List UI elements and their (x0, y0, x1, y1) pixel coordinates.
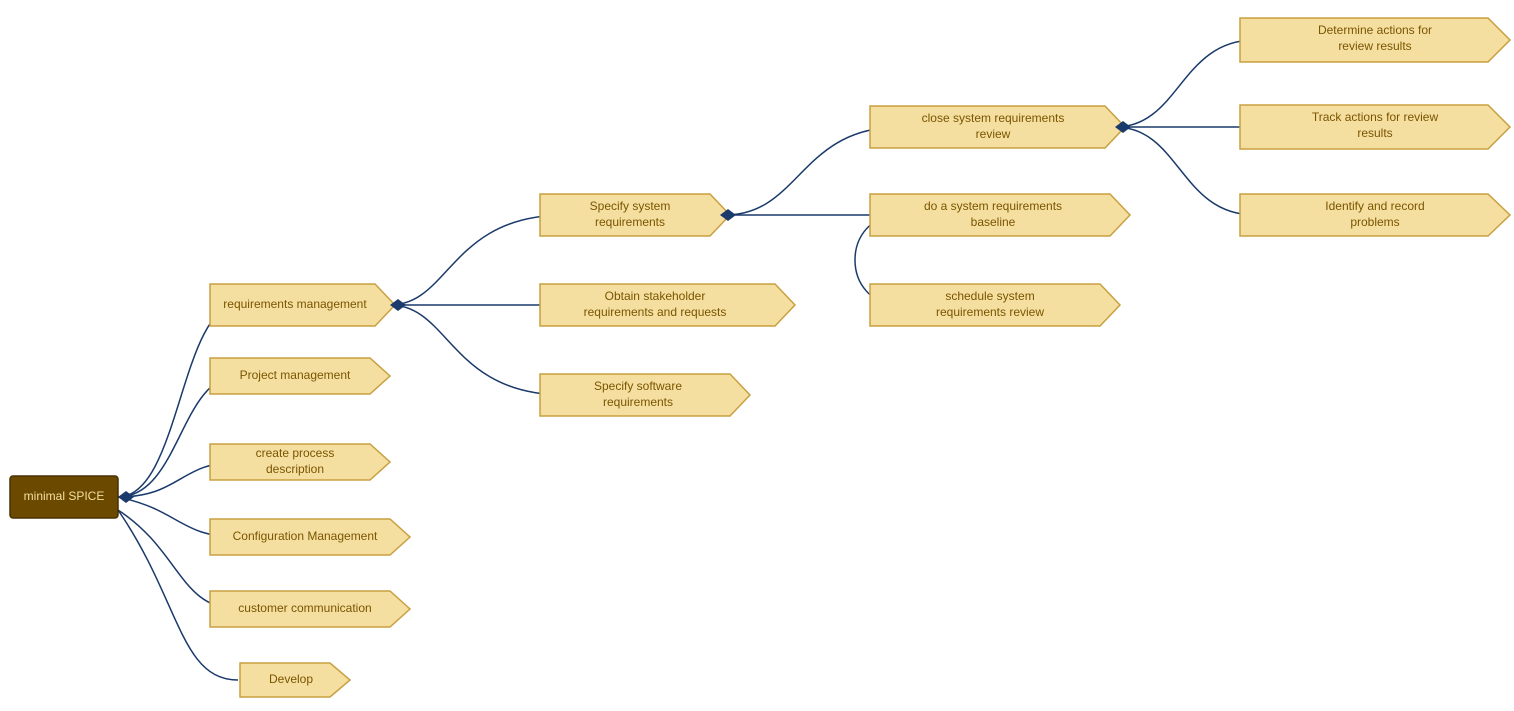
createproc-label2: description (266, 462, 324, 476)
specsys-label2: requirements (595, 215, 665, 229)
identify-label2: problems (1350, 215, 1399, 229)
schedule-label1: schedule system (945, 289, 1034, 303)
obtain-label1: Obtain stakeholder (605, 289, 706, 303)
close-label1: close system requirements (922, 111, 1065, 125)
reqmgmt-diamond (390, 299, 406, 311)
obtain-label2: requirements and requests (584, 305, 727, 319)
node-schedule-review[interactable]: schedule system requirements review (870, 284, 1120, 326)
edge-reqmgmt-specsw (390, 305, 565, 395)
mind-map-svg: minimal SPICE requirements management Pr… (0, 0, 1514, 711)
track-label1: Track actions for review (1312, 110, 1439, 124)
edge-close-determine (1115, 40, 1255, 127)
root-label: minimal SPICE (24, 489, 105, 503)
node-track-actions[interactable]: Track actions for review results (1240, 105, 1510, 149)
node-customer-communication[interactable]: customer communication (210, 591, 410, 627)
node-root[interactable]: minimal SPICE (10, 476, 118, 518)
custcomm-label: customer communication (238, 601, 371, 615)
specsw-label2: requirements (603, 395, 673, 409)
identify-label1: Identify and record (1325, 199, 1424, 213)
develop-label: Develop (269, 672, 313, 686)
node-specify-software[interactable]: Specify software requirements (540, 374, 750, 416)
node-identify-record[interactable]: Identify and record problems (1240, 194, 1510, 236)
baseline-label2: baseline (971, 215, 1016, 229)
node-develop[interactable]: Develop (240, 663, 350, 697)
schedule-label2: requirements review (936, 305, 1044, 319)
node-requirements-management[interactable]: requirements management (210, 284, 395, 326)
specsw-label1: Specify software (594, 379, 682, 393)
config-label: Configuration Management (233, 529, 378, 543)
specsys-label1: Specify system (590, 199, 671, 213)
node-configuration[interactable]: Configuration Management (210, 519, 410, 555)
reqmgmt-label: requirements management (223, 297, 367, 311)
node-specify-system[interactable]: Specify system requirements (540, 194, 730, 236)
close-label2: review (976, 127, 1011, 141)
projmgmt-label: Project management (240, 368, 351, 382)
determine-label1: Determine actions for (1318, 23, 1432, 37)
node-close-system[interactable]: close system requirements review (870, 106, 1125, 148)
node-determine-actions[interactable]: Determine actions for review results (1240, 18, 1510, 62)
baseline-label1: do a system requirements (924, 199, 1062, 213)
node-project-management[interactable]: Project management (210, 358, 390, 394)
edge-close-identify (1115, 127, 1255, 215)
node-obtain-stakeholder[interactable]: Obtain stakeholder requirements and requ… (540, 284, 795, 326)
node-do-baseline[interactable]: do a system requirements baseline (870, 194, 1130, 236)
track-label2: results (1357, 126, 1392, 140)
node-create-process[interactable]: create process description (210, 444, 390, 480)
determine-label2: review results (1338, 39, 1411, 53)
edge-reqmgmt-specsys (390, 215, 565, 305)
createproc-label: create process (256, 446, 335, 460)
